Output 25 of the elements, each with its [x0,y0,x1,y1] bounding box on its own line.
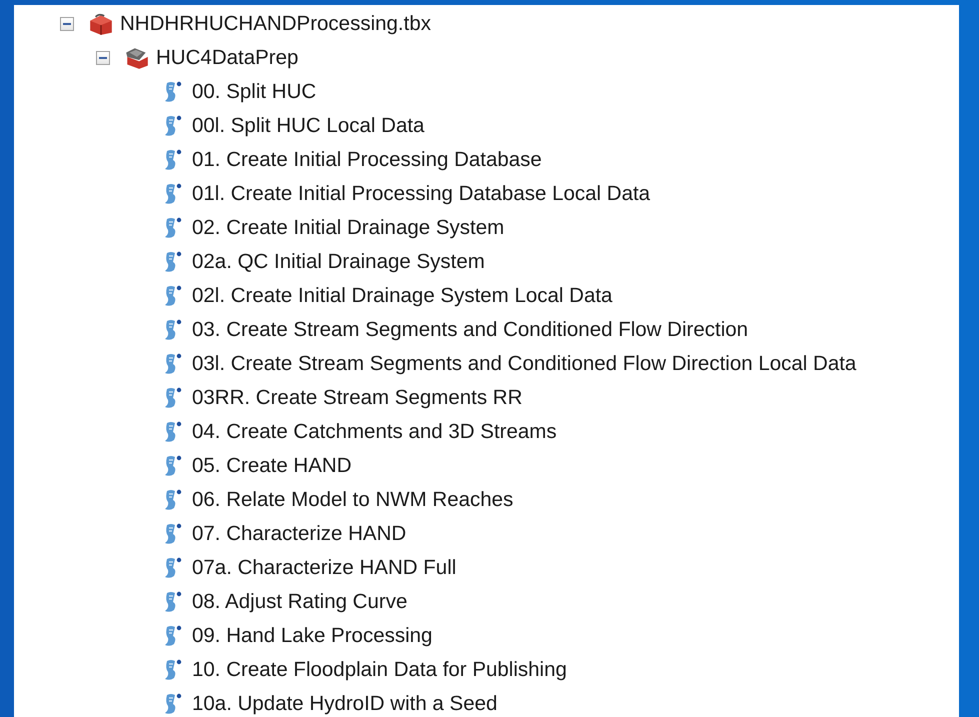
tool-label[interactable]: 06. Relate Model to NWM Reaches [192,488,514,512]
tool-label[interactable]: 03. Create Stream Segments and Conditioned Flow Direction [192,318,748,342]
tool-label[interactable]: 09. Hand Lake Processing [192,624,432,648]
toolset-icon [124,46,150,70]
tool-label[interactable]: 10a. Update HydroID with a Seed [192,692,498,716]
collapse-toggle-icon[interactable] [96,51,110,65]
tool-label[interactable]: 10. Create Floodplain Data for Publishing [192,658,567,682]
tool-label[interactable]: 04. Create Catchments and 3D Streams [192,420,557,444]
tool-label[interactable]: 03RR. Create Stream Segments RR [192,386,522,410]
tool-label[interactable]: 01l. Create Initial Processing Database Local Data [192,182,650,206]
tool-label[interactable]: 02a. QC Initial Drainage System [192,250,485,274]
tool-label[interactable]: 08. Adjust Rating Curve [192,590,408,614]
tool-label[interactable]: 03l. Create Stream Segments and Conditioned Flow Direction Local Data [192,352,856,376]
tool-label[interactable]: 07. Characterize HAND [192,522,406,546]
collapse-toggle-icon[interactable] [60,17,74,31]
folder-label[interactable]: HUC4DataPrep [156,46,298,70]
folder-label[interactable]: NHDHRHUCHANDProcessing.tbx [120,12,431,36]
tool-label[interactable]: 00. Split HUC [192,80,316,104]
tool-label[interactable]: 00l. Split HUC Local Data [192,114,424,138]
tool-label[interactable]: 02l. Create Initial Drainage System Local Data [192,284,612,308]
tool-label[interactable]: 01. Create Initial Processing Database [192,148,542,172]
tool-label[interactable]: 02. Create Initial Drainage System [192,216,504,240]
tool-label[interactable]: 05. Create HAND [192,454,352,478]
tool-label[interactable]: 07a. Characterize HAND Full [192,556,456,580]
toolbox-icon [88,12,114,36]
